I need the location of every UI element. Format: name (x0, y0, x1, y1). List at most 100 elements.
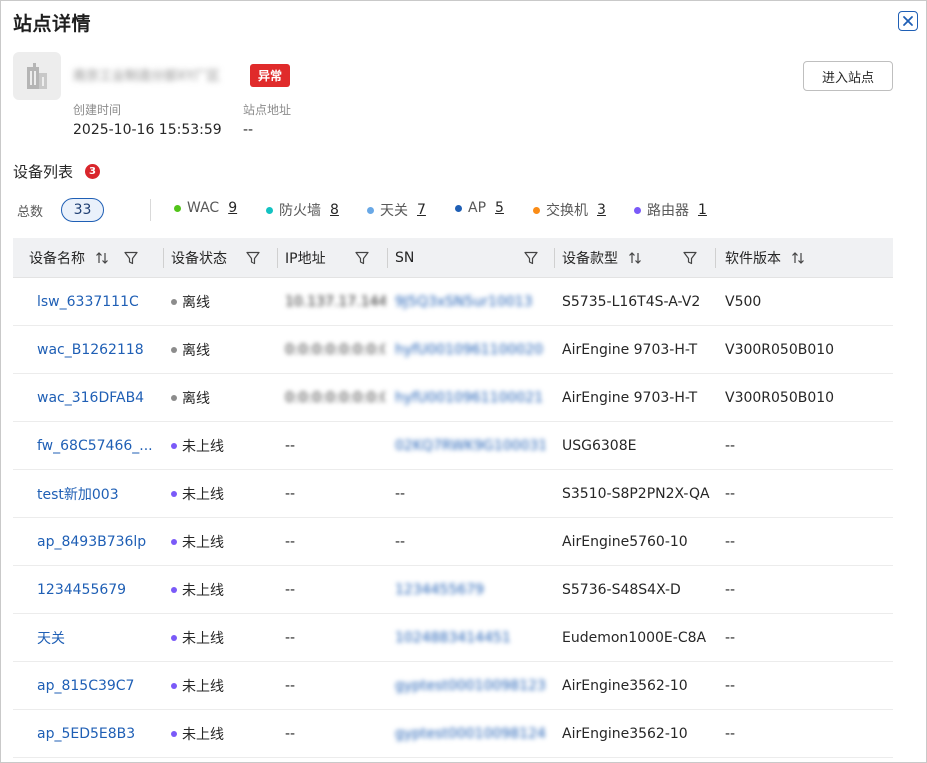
sn-value[interactable]: gyptest00010098123 (395, 662, 545, 710)
sn-value[interactable]: 1234455679 (395, 566, 545, 614)
status-text: 未上线 (182, 535, 224, 551)
status-text: 离线 (182, 343, 210, 359)
table-header: 设备名称 设备状态 IP地址 SN 设备款型 软件版本 (13, 238, 893, 278)
status-dot-icon (171, 299, 177, 305)
column-title: 设备状态 (171, 251, 227, 267)
table-row[interactable]: wac_316DFAB4 离线 0:0:0:0:0:0:0:0 hyfU0010961… (13, 374, 893, 422)
status-dot-icon (171, 731, 177, 737)
sort-icon[interactable] (791, 251, 805, 265)
device-name-link[interactable]: 1234455679 (37, 566, 126, 614)
filter-icon[interactable] (245, 250, 261, 266)
total-label: 总数 (17, 205, 44, 220)
ip-address: -- (285, 630, 296, 646)
device-status: 未上线 (171, 470, 224, 518)
status-text: 未上线 (182, 679, 224, 695)
software-version: V500 (725, 294, 762, 310)
device-name-link[interactable]: fw_68C57466_... (37, 422, 153, 470)
device-model: AirEngine3562-10 (562, 678, 688, 694)
table-row[interactable]: lsw_6337111C 离线 10.137.17.144 9J5Q3xSN5ur10… (13, 278, 893, 326)
ip-address: -- (285, 438, 296, 454)
sn-value: -- (395, 486, 406, 502)
sn-value[interactable]: 1024883414451 (395, 614, 545, 662)
table-row[interactable]: ap_5ED5E8B3 未上线 -- gyptest00010098124 AirEng… (13, 710, 893, 758)
table-row[interactable]: test新加003 未上线 -- -- S3510-S8P2PN2X-QA -- (13, 470, 893, 518)
filter-icon[interactable] (354, 250, 370, 266)
type-count-link[interactable]: 7 (417, 202, 426, 218)
device-name-link[interactable]: 天关 (37, 614, 65, 662)
status-dot-icon (171, 635, 177, 641)
table-row[interactable]: 天关 未上线 -- 1024883414451 Eudemon1000E-C8A -- (13, 614, 893, 662)
sn-value[interactable]: gyptest00010098124 (395, 710, 545, 758)
status-text: 未上线 (182, 487, 224, 503)
sort-icon[interactable] (628, 251, 642, 265)
status-text: 离线 (182, 295, 210, 311)
device-name-link[interactable]: wac_B1262118 (37, 326, 144, 374)
table-row[interactable]: ap_815C39C7 未上线 -- gyptest00010098123 AirEng… (13, 662, 893, 710)
device-model: AirEngine3562-10 (562, 726, 688, 742)
type-count-link[interactable]: 8 (330, 202, 339, 218)
device-model: USG6308E (562, 438, 637, 454)
type-label: WAC (187, 200, 220, 216)
device-model: AirEngine 9703-H-T (562, 342, 698, 358)
device-name-link[interactable]: lsw_6337111C (37, 278, 139, 326)
sn-value[interactable]: 02KQ7RWK9G1000318 (395, 422, 545, 470)
ip-address: -- (285, 726, 296, 742)
device-name-link[interactable]: wac_316DFAB4 (37, 374, 144, 422)
type-label: 天关 (380, 203, 408, 219)
close-button[interactable] (898, 11, 918, 31)
software-version: V300R050B010 (725, 390, 835, 406)
table-row[interactable]: ap_8493B736lp 未上线 -- -- AirEngine5760-10 -- (13, 518, 893, 566)
type-count-link[interactable]: 5 (495, 200, 504, 216)
column-title: 设备名称 (29, 251, 85, 267)
type-count-link[interactable]: 9 (228, 200, 237, 216)
ap-dot-icon (455, 204, 462, 212)
switch-dot-icon (533, 206, 540, 214)
firewall-dot-icon (266, 206, 273, 214)
column-header-ip-address: IP地址 (285, 238, 370, 278)
device-list-count-badge: 3 (85, 164, 100, 179)
device-name-link[interactable]: ap_8493B736lp (37, 518, 146, 566)
status-text: 未上线 (182, 631, 224, 647)
table-row[interactable]: fw_68C57466_... 未上线 -- 02KQ7RWK9G1000318 USG… (13, 422, 893, 470)
router-dot-icon (634, 206, 641, 214)
filter-icon[interactable] (523, 250, 539, 266)
type-chip-wac: WAC 9 (174, 200, 237, 216)
device-status: 未上线 (171, 662, 224, 710)
type-count-link[interactable]: 1 (698, 202, 707, 218)
device-model: S5735-L16T4S-A-V2 (562, 294, 701, 310)
filter-icon[interactable] (682, 250, 698, 266)
sort-icon[interactable] (95, 251, 109, 265)
sn-value[interactable]: hyfU0010961100020 (395, 326, 545, 374)
device-name-link[interactable]: ap_5ED5E8B3 (37, 710, 135, 758)
status-text: 未上线 (182, 727, 224, 743)
column-title: IP地址 (285, 251, 326, 267)
ip-address: -- (285, 678, 296, 694)
status-dot-icon (171, 395, 177, 401)
column-header-device-model: 设备款型 (562, 238, 698, 278)
type-label: 防火墙 (279, 203, 321, 219)
device-name-link[interactable]: ap_815C39C7 (37, 662, 134, 710)
software-version: -- (725, 582, 736, 598)
total-count-pill[interactable]: 33 (61, 198, 104, 222)
type-chip-firewall: 防火墙 8 (266, 200, 339, 220)
ip-address: 0:0:0:0:0:0:0:0 (285, 342, 385, 358)
device-name-link[interactable]: test新加003 (37, 470, 119, 518)
type-chip-switch: 交换机 3 (533, 200, 606, 220)
type-count-link[interactable]: 3 (597, 202, 606, 218)
filter-icon[interactable] (123, 250, 139, 266)
table-row[interactable]: wac_B1262118 离线 0:0:0:0:0:0:0:0 hyfU0010961… (13, 326, 893, 374)
building-icon (13, 52, 61, 100)
column-title: 软件版本 (725, 251, 781, 267)
software-version: -- (725, 534, 736, 550)
column-header-sn: SN (395, 238, 539, 278)
status-text: 离线 (182, 391, 210, 407)
type-chip-router: 路由器 1 (634, 200, 707, 220)
enter-site-button[interactable]: 进入站点 (803, 61, 893, 91)
table-row[interactable]: 1234455679 未上线 -- 1234455679 S5736-S48S4X-D -… (13, 566, 893, 614)
column-separator (277, 248, 278, 268)
sn-value[interactable]: hyfU0010961100021 (395, 374, 545, 422)
ip-address: 0:0:0:0:0:0:0:0 (285, 390, 385, 406)
ip-address: -- (285, 534, 296, 550)
device-model: AirEngine 9703-H-T (562, 390, 698, 406)
sn-value[interactable]: 9J5Q3xSN5ur10013 (395, 278, 545, 326)
